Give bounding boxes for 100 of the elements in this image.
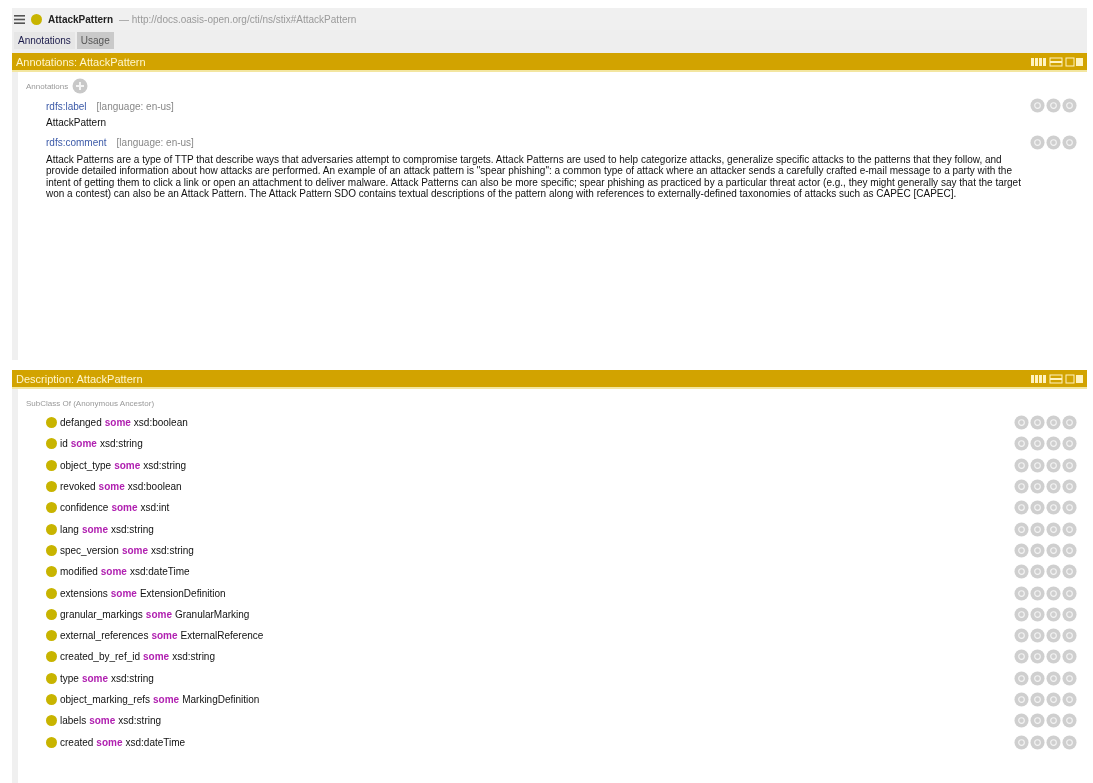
property-name: granular_markings xyxy=(60,608,143,620)
filler-type: ExtensionDefinition xyxy=(139,587,226,599)
row-action-button[interactable] xyxy=(1062,649,1077,665)
row-action-button[interactable] xyxy=(1030,649,1045,665)
annotation-property[interactable]: rdfs:label xyxy=(46,100,87,112)
row-action-button[interactable] xyxy=(1062,542,1077,558)
row-action-button[interactable] xyxy=(1030,134,1045,150)
row-action-button[interactable] xyxy=(1014,670,1029,686)
row-action-button[interactable] xyxy=(1030,457,1045,473)
row-action-button[interactable] xyxy=(1030,606,1045,622)
row-action-button[interactable] xyxy=(1014,542,1029,558)
tab[interactable]: Annotations xyxy=(14,32,75,49)
row-action-button[interactable] xyxy=(1030,585,1045,601)
row-action-button[interactable] xyxy=(1014,713,1029,729)
view-options-icon[interactable] xyxy=(1031,56,1083,67)
row-action-button[interactable] xyxy=(1014,649,1029,665)
row-action-button[interactable] xyxy=(1030,734,1045,750)
row-action-button[interactable] xyxy=(1062,670,1077,686)
quantifier: some xyxy=(104,417,131,429)
property-name: object_marking_refs xyxy=(60,694,151,705)
row-action-button[interactable] xyxy=(1030,713,1045,729)
row-action-button[interactable] xyxy=(1046,734,1061,750)
row-action-button[interactable] xyxy=(1030,670,1045,686)
property-icon xyxy=(46,438,57,450)
property-name: modified xyxy=(60,566,98,578)
property-name: lang xyxy=(60,523,79,535)
row-action-button[interactable] xyxy=(1030,479,1045,495)
row-action-button[interactable] xyxy=(1046,134,1061,150)
row-action-button[interactable] xyxy=(1062,134,1077,150)
row-action-button[interactable] xyxy=(1062,436,1077,452)
property-icon xyxy=(46,523,57,535)
view-options-icon[interactable] xyxy=(1031,373,1083,384)
row-action-button[interactable] xyxy=(1046,521,1061,537)
row-action-button[interactable] xyxy=(1014,564,1029,580)
row-action-button[interactable] xyxy=(1014,628,1029,644)
row-action-button[interactable] xyxy=(1046,713,1061,729)
row-action-button[interactable] xyxy=(1030,542,1045,558)
filler-type: xsd:string xyxy=(172,651,215,663)
row-action-button[interactable] xyxy=(1046,692,1061,707)
row-action-button[interactable] xyxy=(1062,98,1077,113)
row-action-button[interactable] xyxy=(1030,692,1045,707)
row-action-button[interactable] xyxy=(1030,628,1045,644)
row-action-button[interactable] xyxy=(1046,564,1061,580)
row-action-button[interactable] xyxy=(1014,479,1029,495)
quantifier: some xyxy=(81,523,109,535)
property-name: revoked xyxy=(60,481,96,493)
row-action-button[interactable] xyxy=(1014,585,1029,601)
add-button[interactable] xyxy=(72,78,89,94)
property-name: defanged xyxy=(60,417,102,429)
row-action-button[interactable] xyxy=(1062,606,1077,622)
row-action-button[interactable] xyxy=(1030,415,1045,431)
menu-icon[interactable] xyxy=(14,14,25,24)
row-action-button[interactable] xyxy=(1062,713,1077,729)
row-action-button[interactable] xyxy=(1046,415,1061,431)
property-icon xyxy=(46,587,57,599)
annotation-property[interactable]: rdfs:comment xyxy=(46,137,107,149)
row-action-button[interactable] xyxy=(1014,500,1029,516)
row-action-button[interactable] xyxy=(1046,500,1061,516)
row-action-button[interactable] xyxy=(1062,457,1077,473)
row-action-button[interactable] xyxy=(1046,457,1061,473)
row-action-button[interactable] xyxy=(1046,649,1061,665)
filler-type: xsd:string xyxy=(118,715,162,727)
row-action-button[interactable] xyxy=(1062,500,1077,516)
property-name: external_references xyxy=(60,630,149,642)
row-action-button[interactable] xyxy=(1062,585,1077,601)
row-action-button[interactable] xyxy=(1030,98,1045,113)
row-action-button[interactable] xyxy=(1062,628,1077,644)
row-action-button[interactable] xyxy=(1062,415,1077,431)
property-name: created xyxy=(60,736,94,748)
row-action-button[interactable] xyxy=(1046,479,1061,495)
row-action-button[interactable] xyxy=(1062,479,1077,495)
row-action-button[interactable] xyxy=(1046,542,1061,558)
panel-title: Annotations: AttackPattern xyxy=(16,55,146,68)
row-action-button[interactable] xyxy=(1014,521,1029,537)
row-action-button[interactable] xyxy=(1030,521,1045,537)
tab[interactable]: Usage xyxy=(76,32,114,49)
row-action-button[interactable] xyxy=(1030,500,1045,516)
row-action-button[interactable] xyxy=(1046,436,1061,452)
row-action-button[interactable] xyxy=(1014,692,1029,707)
row-action-button[interactable] xyxy=(1062,564,1077,580)
row-action-button[interactable] xyxy=(1014,436,1029,452)
row-action-button[interactable] xyxy=(1046,585,1061,601)
row-action-button[interactable] xyxy=(1046,98,1061,113)
row-action-button[interactable] xyxy=(1030,436,1045,452)
property-name: confidence xyxy=(60,502,109,514)
row-action-button[interactable] xyxy=(1014,457,1029,473)
row-action-button[interactable] xyxy=(1046,628,1061,644)
row-action-button[interactable] xyxy=(1030,564,1045,580)
language-tag: [language: en-us] xyxy=(116,137,194,149)
filler-type: xsd:string xyxy=(143,459,187,471)
row-action-button[interactable] xyxy=(1062,692,1077,707)
row-action-button[interactable] xyxy=(1014,415,1029,431)
property-icon xyxy=(46,481,57,493)
filler-type: xsd:boolean xyxy=(127,481,182,493)
row-action-button[interactable] xyxy=(1046,606,1061,622)
row-action-button[interactable] xyxy=(1046,670,1061,686)
row-action-button[interactable] xyxy=(1014,606,1029,622)
row-action-button[interactable] xyxy=(1062,521,1077,537)
row-action-button[interactable] xyxy=(1062,734,1077,750)
row-action-button[interactable] xyxy=(1014,734,1029,750)
